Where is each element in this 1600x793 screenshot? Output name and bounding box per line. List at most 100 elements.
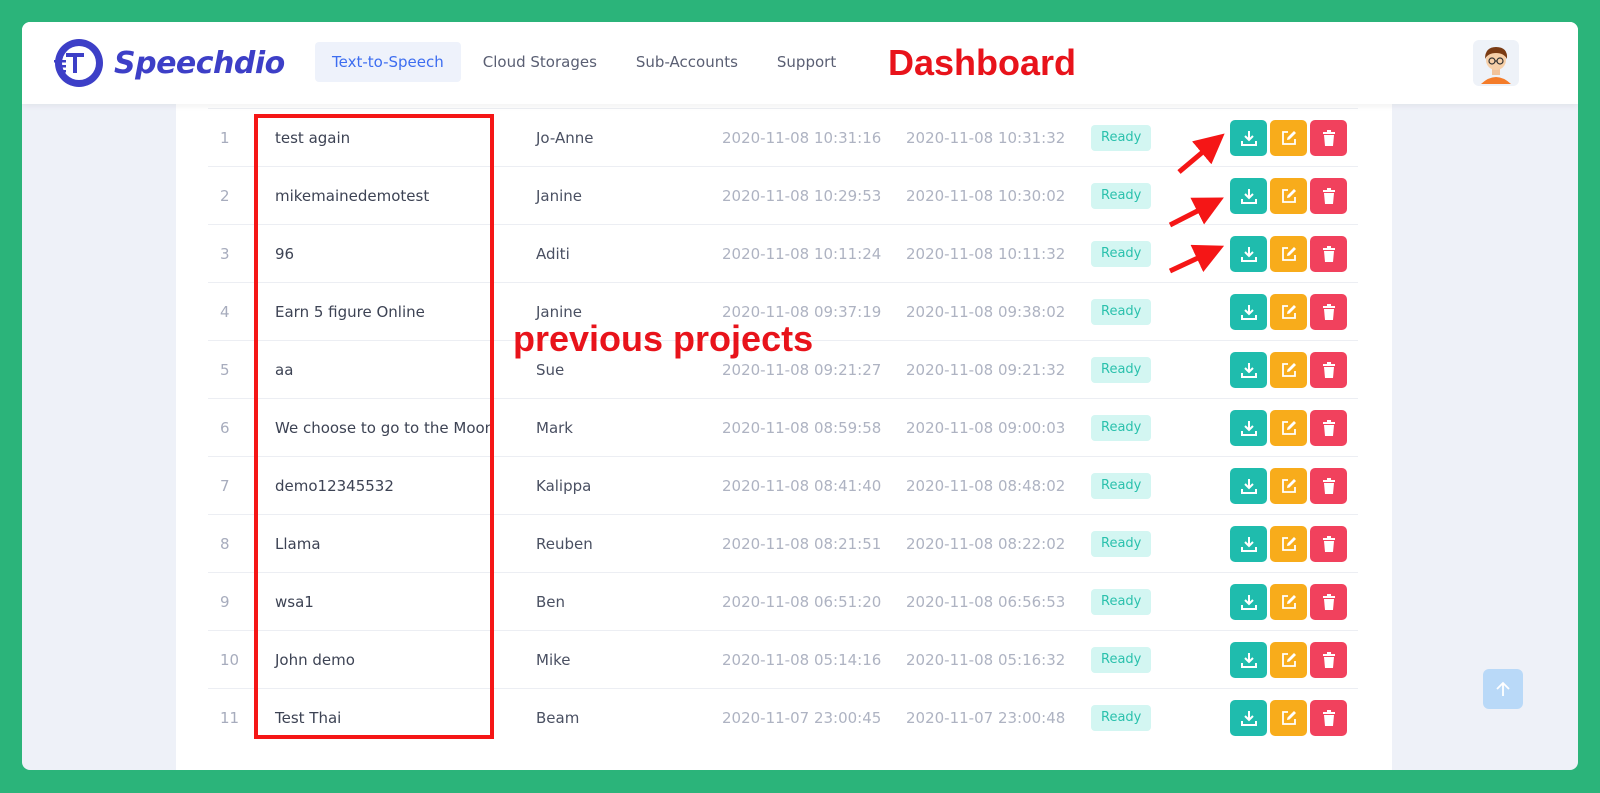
updated-date: 2020-11-08 09:00:03 — [906, 419, 1066, 437]
created-date: 2020-11-08 10:11:24 — [722, 245, 882, 263]
row-actions — [1230, 468, 1350, 504]
row-actions — [1230, 178, 1350, 214]
updated-date: 2020-11-08 08:22:02 — [906, 535, 1066, 553]
edit-icon — [1281, 595, 1296, 609]
row-number: 10 — [220, 651, 240, 669]
nav-cloud-storages[interactable]: Cloud Storages — [466, 42, 614, 82]
user-avatar[interactable] — [1473, 40, 1519, 86]
previous-projects-annotation: previous projects — [513, 318, 814, 359]
row-number: 8 — [220, 535, 230, 553]
delete-button[interactable] — [1310, 178, 1347, 214]
row-actions — [1230, 120, 1350, 156]
row-number: 9 — [220, 593, 230, 611]
edit-icon — [1281, 421, 1296, 435]
row-number: 6 — [220, 419, 230, 437]
edit-button[interactable] — [1270, 178, 1307, 214]
scroll-to-top-button[interactable] — [1483, 669, 1523, 709]
avatar-icon — [1481, 47, 1511, 84]
download-icon — [1240, 305, 1257, 320]
download-button[interactable] — [1230, 120, 1267, 156]
download-icon — [1240, 247, 1257, 262]
edit-icon — [1281, 653, 1296, 667]
download-button[interactable] — [1230, 526, 1267, 562]
updated-date: 2020-11-08 05:16:32 — [906, 651, 1066, 669]
row-actions — [1230, 700, 1350, 736]
delete-button[interactable] — [1310, 642, 1347, 678]
delete-button[interactable] — [1310, 236, 1347, 272]
edit-icon — [1281, 247, 1296, 261]
download-button[interactable] — [1230, 584, 1267, 620]
created-date: 2020-11-08 06:51:20 — [722, 593, 882, 611]
updated-date: 2020-11-08 10:30:02 — [906, 187, 1066, 205]
download-button[interactable] — [1230, 468, 1267, 504]
updated-date: 2020-11-08 08:48:02 — [906, 477, 1066, 495]
delete-button[interactable] — [1310, 410, 1347, 446]
edit-button[interactable] — [1270, 410, 1307, 446]
delete-button[interactable] — [1310, 120, 1347, 156]
brand-name: Speechdio — [114, 45, 285, 81]
download-button[interactable] — [1230, 236, 1267, 272]
delete-button[interactable] — [1310, 584, 1347, 620]
status-badge: Ready — [1091, 705, 1152, 731]
trash-icon — [1322, 130, 1335, 146]
delete-button[interactable] — [1310, 526, 1347, 562]
nav-support[interactable]: Support — [760, 42, 853, 82]
voice-name: Beam — [536, 709, 580, 727]
edit-button[interactable] — [1270, 584, 1307, 620]
edit-icon — [1281, 305, 1296, 319]
download-icon — [1240, 363, 1257, 378]
app-window: Speechdio Text-to-Speech Cloud Storages … — [22, 22, 1578, 770]
row-actions — [1230, 294, 1350, 330]
edit-button[interactable] — [1270, 642, 1307, 678]
row-number: 11 — [220, 709, 240, 727]
created-date: 2020-11-08 08:21:51 — [722, 535, 882, 553]
delete-button[interactable] — [1310, 468, 1347, 504]
nav-sub-accounts[interactable]: Sub-Accounts — [619, 42, 755, 82]
edit-button[interactable] — [1270, 294, 1307, 330]
download-icon — [1240, 537, 1257, 552]
download-button[interactable] — [1230, 410, 1267, 446]
trash-icon — [1322, 420, 1335, 436]
updated-date: 2020-11-08 10:11:32 — [906, 245, 1066, 263]
voice-name: Mark — [536, 419, 573, 437]
updated-date: 2020-11-08 09:38:02 — [906, 303, 1066, 321]
status-badge: Ready — [1091, 531, 1152, 557]
download-button[interactable] — [1230, 178, 1267, 214]
status-badge: Ready — [1091, 589, 1152, 615]
created-date: 2020-11-08 05:14:16 — [722, 651, 882, 669]
delete-button[interactable] — [1310, 700, 1347, 736]
voice-name: Aditi — [536, 245, 570, 263]
row-actions — [1230, 526, 1350, 562]
row-actions — [1230, 642, 1350, 678]
trash-icon — [1322, 652, 1335, 668]
edit-button[interactable] — [1270, 468, 1307, 504]
trash-icon — [1322, 188, 1335, 204]
updated-date: 2020-11-08 10:31:32 — [906, 129, 1066, 147]
trash-icon — [1322, 710, 1335, 726]
delete-button[interactable] — [1310, 352, 1347, 388]
edit-button[interactable] — [1270, 700, 1307, 736]
status-badge: Ready — [1091, 183, 1152, 209]
row-actions — [1230, 410, 1350, 446]
trash-icon — [1322, 362, 1335, 378]
edit-button[interactable] — [1270, 120, 1307, 156]
edit-button[interactable] — [1270, 526, 1307, 562]
download-button[interactable] — [1230, 294, 1267, 330]
download-button[interactable] — [1230, 700, 1267, 736]
brand-logo[interactable]: Speechdio — [52, 36, 285, 90]
dashboard-annotation: Dashboard — [888, 42, 1077, 83]
voice-name: Ben — [536, 593, 566, 611]
edit-button[interactable] — [1270, 352, 1307, 388]
trash-icon — [1322, 594, 1335, 610]
download-icon — [1240, 131, 1257, 146]
delete-button[interactable] — [1310, 294, 1347, 330]
download-button[interactable] — [1230, 642, 1267, 678]
edit-button[interactable] — [1270, 236, 1307, 272]
row-number: 4 — [220, 303, 230, 321]
download-icon — [1240, 189, 1257, 204]
edit-icon — [1281, 537, 1296, 551]
row-actions — [1230, 352, 1350, 388]
created-date: 2020-11-08 10:29:53 — [722, 187, 882, 205]
download-button[interactable] — [1230, 352, 1267, 388]
nav-text-to-speech[interactable]: Text-to-Speech — [315, 42, 461, 82]
